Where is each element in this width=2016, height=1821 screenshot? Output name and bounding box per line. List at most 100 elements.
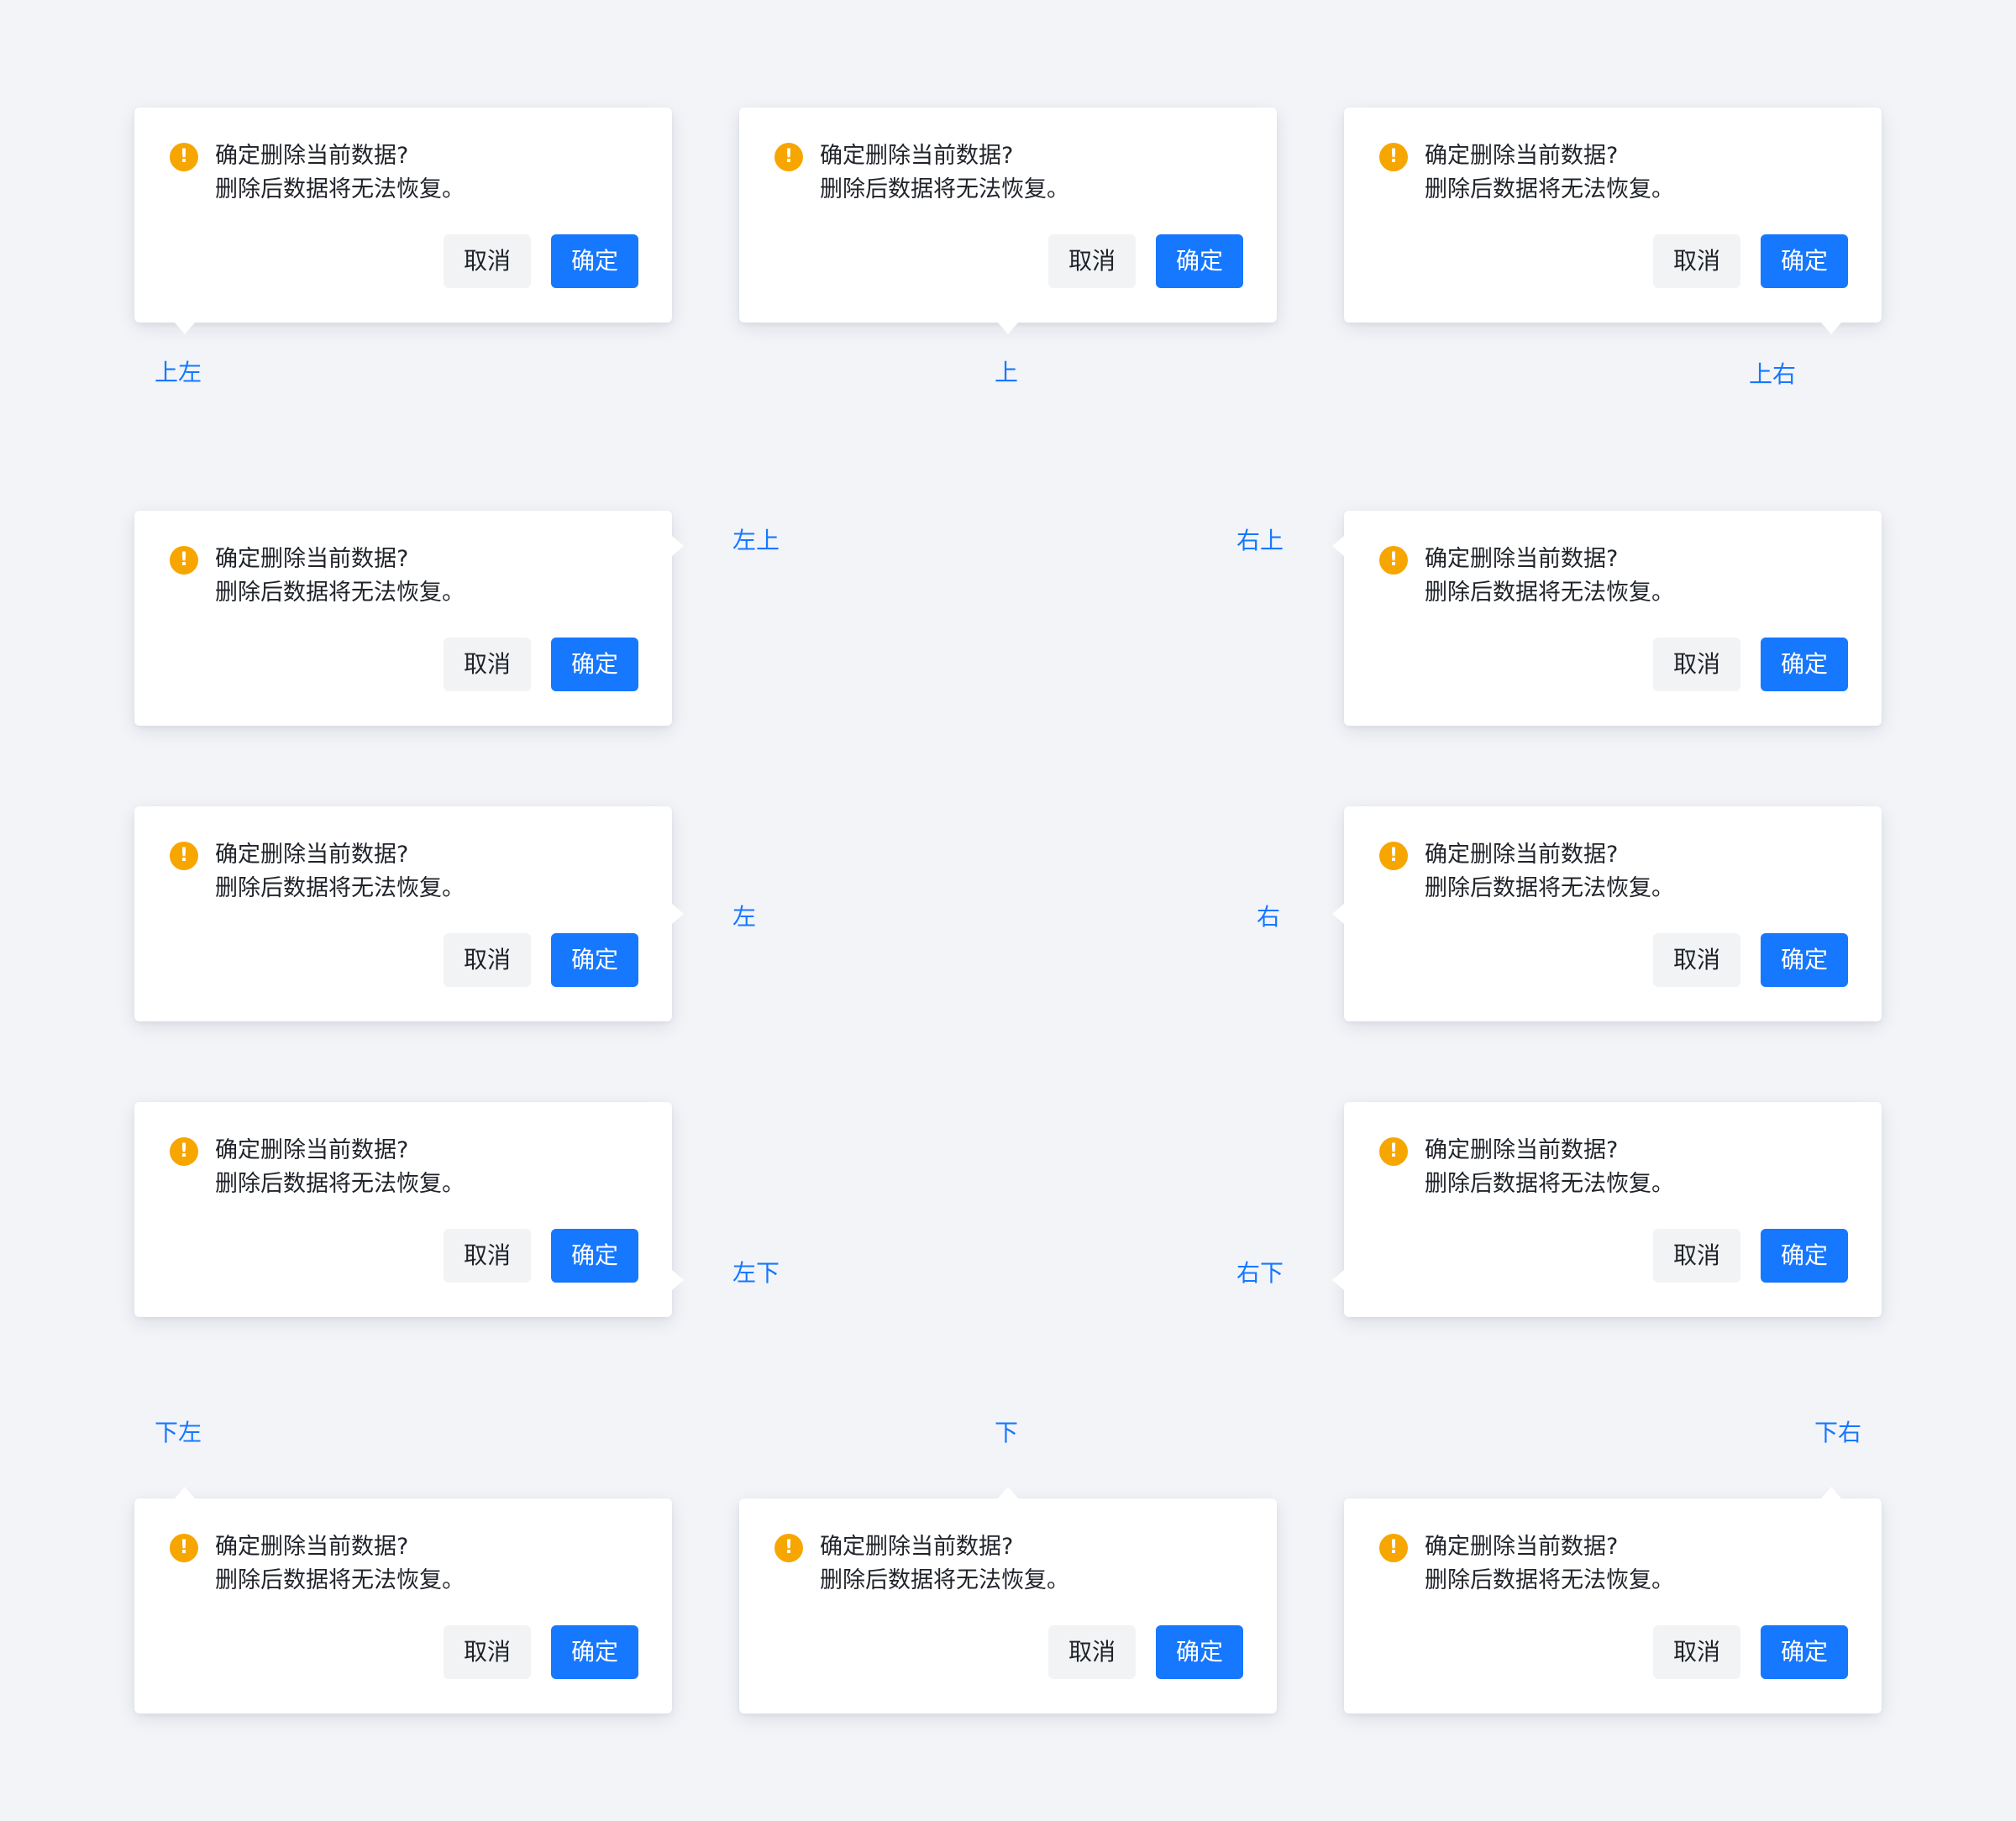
popconfirm-bottom-right: ! 确定删除当前数据? 删除后数据将无法恢复。 取消 确定 — [1344, 1487, 1882, 1713]
warning-icon: ! — [170, 143, 198, 171]
popconfirm-arrow — [175, 323, 195, 334]
cancel-button[interactable]: 取消 — [444, 933, 531, 987]
popconfirm-left: ! 确定删除当前数据? 删除后数据将无法恢复。 取消 确定 — [134, 806, 684, 1021]
cancel-button[interactable]: 取消 — [1653, 933, 1740, 987]
cancel-button[interactable]: 取消 — [444, 1229, 531, 1283]
warning-icon: ! — [170, 842, 198, 870]
warning-icon: ! — [1379, 143, 1408, 171]
popconfirm-top-right: ! 确定删除当前数据? 删除后数据将无法恢复。 取消 确定 — [1344, 108, 1882, 334]
warning-icon: ! — [1379, 1534, 1408, 1562]
popconfirm-arrow — [672, 536, 684, 556]
warning-icon: ! — [774, 143, 803, 171]
confirm-button[interactable]: 确定 — [1156, 1625, 1243, 1679]
confirm-button[interactable]: 确定 — [1156, 234, 1243, 288]
popconfirm-arrow — [1332, 1270, 1344, 1290]
placement-label-bottom: 下 — [995, 1419, 1019, 1446]
popconfirm-message: 确定删除当前数据? 删除后数据将无法恢复。 — [215, 139, 465, 207]
popconfirm-description: 删除后数据将无法恢复。 — [215, 580, 465, 606]
popconfirm-description: 删除后数据将无法恢复。 — [1425, 1567, 1674, 1593]
confirm-button[interactable]: 确定 — [1761, 933, 1848, 987]
popconfirm-left-top: ! 确定删除当前数据? 删除后数据将无法恢复。 取消 确定 — [134, 511, 684, 726]
popconfirm-message: 确定删除当前数据? 删除后数据将无法恢复。 — [1425, 1530, 1674, 1598]
placement-label-right-top: 右上 — [1236, 527, 1284, 554]
popconfirm-description: 删除后数据将无法恢复。 — [215, 1171, 465, 1197]
popconfirm-title: 确定删除当前数据? — [215, 842, 409, 868]
popconfirm-message: 确定删除当前数据? 删除后数据将无法恢复。 — [215, 543, 465, 610]
cancel-button[interactable]: 取消 — [1653, 234, 1740, 288]
cancel-button[interactable]: 取消 — [1653, 1625, 1740, 1679]
placement-label-left-top: 左上 — [732, 527, 780, 554]
popconfirm-arrow — [672, 904, 684, 924]
popconfirm-arrow — [1821, 323, 1841, 334]
popconfirm-arrow — [1332, 536, 1344, 556]
popconfirm-description: 删除后数据将无法恢复。 — [215, 875, 465, 901]
popconfirm-message: 确定删除当前数据? 删除后数据将无法恢复。 — [215, 1530, 465, 1598]
popconfirm-title: 确定删除当前数据? — [215, 1534, 409, 1560]
confirm-button[interactable]: 确定 — [551, 1229, 638, 1283]
popconfirm-message: 确定删除当前数据? 删除后数据将无法恢复。 — [215, 1134, 465, 1201]
popconfirm-description: 删除后数据将无法恢复。 — [215, 1567, 465, 1593]
popconfirm-description: 删除后数据将无法恢复。 — [820, 176, 1069, 202]
confirm-button[interactable]: 确定 — [1761, 638, 1848, 691]
placement-label-left: 左 — [732, 903, 757, 931]
confirm-button[interactable]: 确定 — [551, 638, 638, 691]
warning-icon: ! — [170, 546, 198, 575]
popconfirm-left-bottom: ! 确定删除当前数据? 删除后数据将无法恢复。 取消 确定 — [134, 1102, 684, 1317]
placement-demo-canvas: ! 确定删除当前数据? 删除后数据将无法恢复。 取消 确定 上左 ! 确定删除当… — [0, 0, 2016, 1821]
placement-label-top-right: 上右 — [1749, 360, 1797, 388]
cancel-button[interactable]: 取消 — [444, 234, 531, 288]
popconfirm-title: 确定删除当前数据? — [1425, 842, 1619, 868]
confirm-button[interactable]: 确定 — [1761, 1625, 1848, 1679]
popconfirm-bottom: ! 确定删除当前数据? 删除后数据将无法恢复。 取消 确定 — [739, 1487, 1277, 1713]
popconfirm-arrow — [998, 1487, 1018, 1498]
popconfirm-title: 确定删除当前数据? — [820, 1534, 1014, 1560]
popconfirm-arrow — [175, 1487, 195, 1498]
popconfirm-message: 确定删除当前数据? 删除后数据将无法恢复。 — [1425, 543, 1674, 610]
popconfirm-top-left: ! 确定删除当前数据? 删除后数据将无法恢复。 取消 确定 — [134, 108, 672, 334]
popconfirm-description: 删除后数据将无法恢复。 — [820, 1567, 1069, 1593]
popconfirm-title: 确定删除当前数据? — [1425, 546, 1619, 572]
cancel-button[interactable]: 取消 — [444, 1625, 531, 1679]
popconfirm-message: 确定删除当前数据? 删除后数据将无法恢复。 — [1425, 1134, 1674, 1201]
popconfirm-message: 确定删除当前数据? 删除后数据将无法恢复。 — [1425, 838, 1674, 905]
cancel-button[interactable]: 取消 — [1048, 1625, 1136, 1679]
popconfirm-description: 删除后数据将无法恢复。 — [215, 176, 465, 202]
popconfirm-message: 确定删除当前数据? 删除后数据将无法恢复。 — [215, 838, 465, 905]
popconfirm-message: 确定删除当前数据? 删除后数据将无法恢复。 — [1425, 139, 1674, 207]
warning-icon: ! — [1379, 842, 1408, 870]
popconfirm-description: 删除后数据将无法恢复。 — [1425, 875, 1674, 901]
cancel-button[interactable]: 取消 — [1653, 1229, 1740, 1283]
placement-label-top: 上 — [995, 359, 1019, 386]
popconfirm-right: ! 确定删除当前数据? 删除后数据将无法恢复。 取消 确定 — [1332, 806, 1882, 1021]
confirm-button[interactable]: 确定 — [551, 933, 638, 987]
confirm-button[interactable]: 确定 — [551, 234, 638, 288]
placement-label-right: 右 — [1257, 903, 1281, 931]
placement-label-right-bottom: 右下 — [1236, 1259, 1284, 1287]
cancel-button[interactable]: 取消 — [1653, 638, 1740, 691]
warning-icon: ! — [774, 1534, 803, 1562]
popconfirm-description: 删除后数据将无法恢复。 — [1425, 1171, 1674, 1197]
placement-label-top-left: 上左 — [155, 359, 202, 386]
popconfirm-top: ! 确定删除当前数据? 删除后数据将无法恢复。 取消 确定 — [739, 108, 1277, 334]
popconfirm-title: 确定删除当前数据? — [215, 143, 409, 169]
warning-icon: ! — [170, 1137, 198, 1166]
confirm-button[interactable]: 确定 — [551, 1625, 638, 1679]
popconfirm-title: 确定删除当前数据? — [215, 546, 409, 572]
warning-icon: ! — [1379, 1137, 1408, 1166]
confirm-button[interactable]: 确定 — [1761, 1229, 1848, 1283]
cancel-button[interactable]: 取消 — [444, 638, 531, 691]
confirm-button[interactable]: 确定 — [1761, 234, 1848, 288]
popconfirm-title: 确定删除当前数据? — [1425, 143, 1619, 169]
placement-label-left-bottom: 左下 — [732, 1259, 780, 1287]
popconfirm-arrow — [1821, 1487, 1841, 1498]
popconfirm-arrow — [998, 323, 1018, 334]
popconfirm-title: 确定删除当前数据? — [820, 143, 1014, 169]
placement-label-bottom-right: 下右 — [1814, 1419, 1862, 1446]
popconfirm-description: 删除后数据将无法恢复。 — [1425, 176, 1674, 202]
popconfirm-message: 确定删除当前数据? 删除后数据将无法恢复。 — [820, 139, 1069, 207]
popconfirm-bottom-left: ! 确定删除当前数据? 删除后数据将无法恢复。 取消 确定 — [134, 1487, 672, 1713]
cancel-button[interactable]: 取消 — [1048, 234, 1136, 288]
warning-icon: ! — [1379, 546, 1408, 575]
popconfirm-arrow — [672, 1270, 684, 1290]
popconfirm-description: 删除后数据将无法恢复。 — [1425, 580, 1674, 606]
